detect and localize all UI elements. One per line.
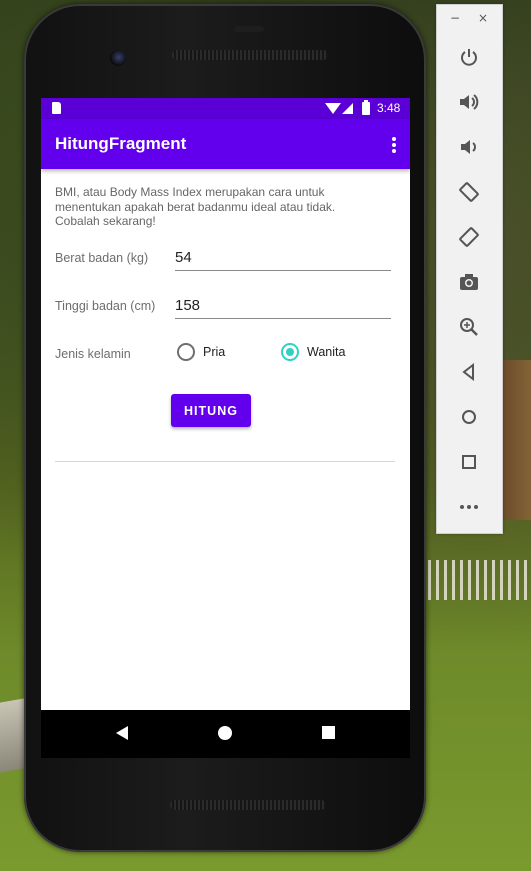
- gender-option-label: Wanita: [307, 345, 346, 359]
- minimize-button[interactable]: −: [450, 11, 460, 25]
- volume-up-icon[interactable]: [457, 90, 481, 114]
- height-label: Tinggi badan (cm): [55, 299, 156, 313]
- status-time: 3:48: [377, 101, 401, 115]
- home-icon[interactable]: [457, 405, 481, 429]
- camera-icon[interactable]: [457, 270, 481, 294]
- weight-label: Berat badan (kg): [55, 251, 149, 265]
- gender-label: Jenis kelamin: [55, 347, 131, 361]
- navigation-bar: [41, 710, 410, 758]
- divider: [55, 461, 395, 462]
- gender-radio-pria[interactable]: Pria: [177, 343, 225, 361]
- sd-card-icon: [52, 102, 61, 114]
- phone-screen: 3:48 HitungFragment BMI, atau Body Mass …: [41, 98, 410, 758]
- power-icon[interactable]: [457, 45, 481, 69]
- front-camera-icon: [110, 50, 126, 66]
- app-bar: HitungFragment: [41, 119, 410, 169]
- bmi-form: BMI, atau Body Mass Index merupakan cara…: [41, 169, 410, 710]
- back-icon[interactable]: [116, 726, 128, 740]
- earpiece: [234, 26, 264, 32]
- volume-down-icon[interactable]: [457, 135, 481, 159]
- radio-unchecked-icon: [177, 343, 195, 361]
- more-icon[interactable]: [457, 495, 481, 519]
- emulator-toolbar: − ×: [436, 4, 503, 534]
- description-text: BMI, atau Body Mass Index merupakan cara…: [55, 185, 336, 228]
- top-speaker-grille: [172, 50, 328, 60]
- gender-radio-wanita[interactable]: Wanita: [281, 343, 345, 361]
- bottom-speaker-grille: [170, 800, 326, 810]
- close-button[interactable]: ×: [478, 11, 488, 25]
- height-input[interactable]: [175, 292, 391, 319]
- wifi-icon: [325, 103, 341, 114]
- recents-icon[interactable]: [322, 726, 335, 739]
- page-title: HitungFragment: [55, 134, 187, 153]
- panel-window-controls: − ×: [437, 11, 502, 29]
- background-house: [500, 360, 531, 520]
- cell-signal-icon: [342, 103, 353, 114]
- rotate-left-icon[interactable]: [457, 180, 481, 204]
- gender-option-label: Pria: [203, 345, 226, 359]
- radio-checked-icon: [281, 343, 299, 361]
- status-bar: 3:48: [41, 98, 410, 119]
- weight-input[interactable]: [175, 244, 391, 271]
- overview-icon[interactable]: [457, 450, 481, 474]
- more-vert-icon[interactable]: [392, 137, 396, 153]
- background-fence: [428, 560, 531, 600]
- home-icon[interactable]: [218, 726, 232, 740]
- back-icon[interactable]: [457, 360, 481, 384]
- battery-icon: [362, 100, 370, 115]
- zoom-icon[interactable]: [457, 315, 481, 339]
- hitung-button[interactable]: HITUNG: [171, 394, 251, 427]
- rotate-right-icon[interactable]: [457, 225, 481, 249]
